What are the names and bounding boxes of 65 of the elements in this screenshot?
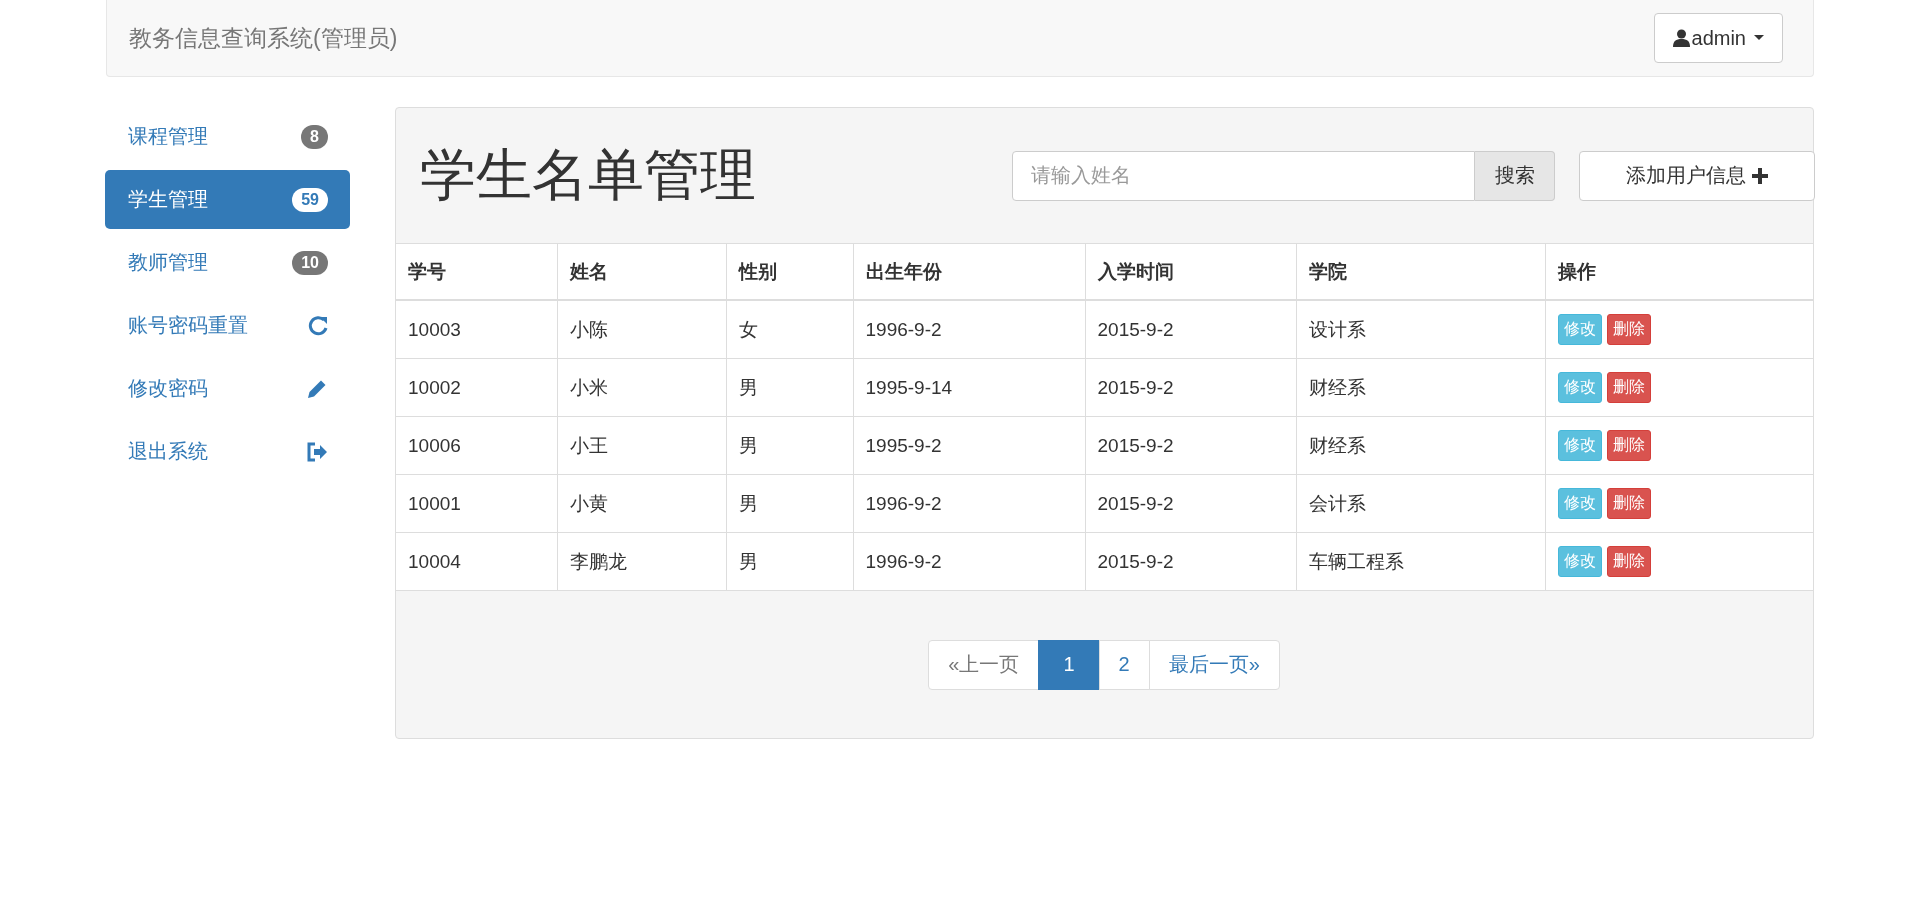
column-header: 姓名 bbox=[557, 243, 726, 300]
table-cell: 2015-9-2 bbox=[1085, 474, 1296, 533]
table-cell: 男 bbox=[726, 532, 853, 591]
count-badge: 59 bbox=[292, 187, 328, 212]
brand-title[interactable]: 教务信息查询系统(管理员) bbox=[129, 22, 398, 54]
sidebar-item[interactable]: 退出系统 bbox=[105, 422, 350, 481]
sidebar-item[interactable]: 账号密码重置 bbox=[105, 296, 350, 355]
sidebar-item[interactable]: 修改密码 bbox=[105, 359, 350, 418]
table-cell: 男 bbox=[726, 474, 853, 533]
table-cell: 10003 bbox=[396, 300, 557, 359]
refresh-icon bbox=[308, 314, 328, 337]
table-cell: 会计系 bbox=[1296, 474, 1545, 533]
column-header: 学号 bbox=[396, 243, 557, 300]
table-cell: 2015-9-2 bbox=[1085, 532, 1296, 591]
table-cell: 1996-9-2 bbox=[853, 300, 1085, 359]
column-header: 出生年份 bbox=[853, 243, 1085, 300]
table-cell: 小米 bbox=[557, 358, 726, 417]
table-cell: 1996-9-2 bbox=[853, 532, 1085, 591]
user-icon bbox=[1672, 29, 1690, 47]
delete-button[interactable]: 删除 bbox=[1606, 546, 1651, 577]
logout-icon bbox=[306, 441, 328, 462]
table-cell: 女 bbox=[726, 300, 853, 359]
caret-icon bbox=[1752, 34, 1766, 42]
table-cell: 2015-9-2 bbox=[1085, 416, 1296, 475]
table-cell: 1995-9-2 bbox=[853, 416, 1085, 475]
delete-button[interactable]: 删除 bbox=[1606, 488, 1651, 519]
table-cell: 1996-9-2 bbox=[853, 474, 1085, 533]
table-cell: 2015-9-2 bbox=[1085, 358, 1296, 417]
table-cell: 财经系 bbox=[1296, 358, 1545, 417]
sidebar-item[interactable]: 课程管理 8 bbox=[105, 107, 350, 166]
column-header: 操作 bbox=[1545, 243, 1813, 300]
add-user-button[interactable]: 添加用户信息 bbox=[1579, 150, 1815, 201]
delete-button[interactable]: 删除 bbox=[1606, 314, 1651, 345]
column-header: 性别 bbox=[726, 243, 853, 300]
table-cell: 10006 bbox=[396, 416, 557, 475]
table-cell: 小黄 bbox=[557, 474, 726, 533]
table-cell: 10001 bbox=[396, 474, 557, 533]
table-cell: 李鹏龙 bbox=[557, 532, 726, 591]
table-cell: 小陈 bbox=[557, 300, 726, 359]
column-header: 学院 bbox=[1296, 243, 1545, 300]
table-cell: 男 bbox=[726, 416, 853, 475]
table-cell: 2015-9-2 bbox=[1085, 300, 1296, 359]
delete-button[interactable]: 删除 bbox=[1606, 430, 1651, 461]
page-link[interactable]: 2 bbox=[1098, 639, 1150, 690]
page-title: 学生名单管理 bbox=[420, 141, 757, 208]
table-cell: 1995-9-14 bbox=[853, 358, 1085, 417]
user-menu-button[interactable]: admin bbox=[1653, 13, 1783, 63]
page-link[interactable]: 最后一页» bbox=[1148, 639, 1280, 690]
count-badge: 8 bbox=[301, 124, 328, 149]
delete-button[interactable]: 删除 bbox=[1606, 372, 1651, 403]
sidebar-item[interactable]: 教师管理 10 bbox=[105, 233, 350, 292]
table-cell: 10002 bbox=[396, 358, 557, 417]
column-header: 入学时间 bbox=[1085, 243, 1296, 300]
table-cell: 财经系 bbox=[1296, 416, 1545, 475]
table-cell: 男 bbox=[726, 358, 853, 417]
search-button[interactable]: 搜索 bbox=[1475, 150, 1555, 201]
table-cell: 10004 bbox=[396, 532, 557, 591]
table-cell: 车辆工程系 bbox=[1296, 532, 1545, 591]
table-cell: 设计系 bbox=[1296, 300, 1545, 359]
sidebar-item[interactable]: 学生管理 59 bbox=[105, 170, 350, 229]
count-badge: 10 bbox=[292, 250, 328, 275]
plus-icon bbox=[1752, 167, 1768, 184]
table-cell: 小王 bbox=[557, 416, 726, 475]
name-search-field[interactable]: 请输入姓名 bbox=[1012, 150, 1475, 201]
page-link[interactable]: 1 bbox=[1038, 639, 1100, 690]
